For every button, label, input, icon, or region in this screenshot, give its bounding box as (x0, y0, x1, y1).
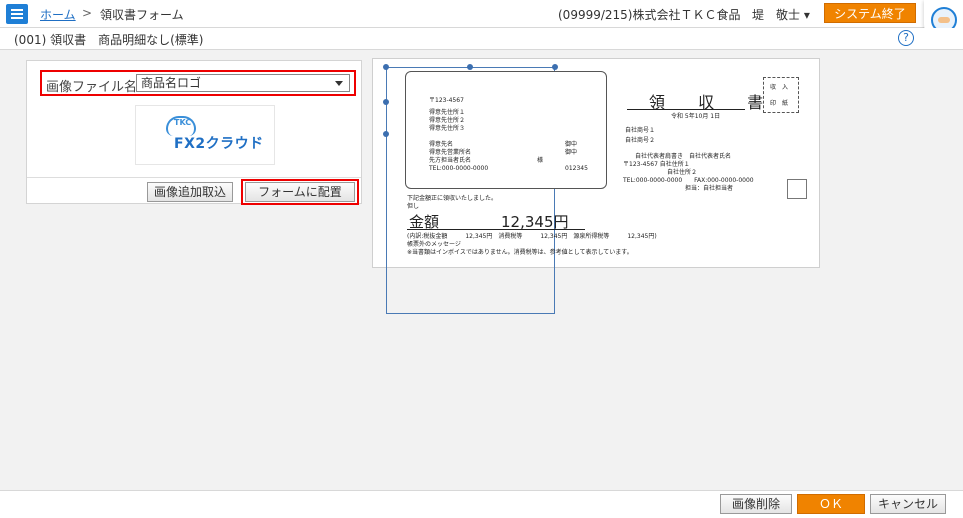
logo-preview: TKC FX2クラウド (135, 105, 275, 165)
receipt-date: 令和 5年10月 1日 (671, 113, 721, 120)
top-bar: ホーム > 領収書フォーム (09999/215)株式会社ＴＫＣ食品 堤 敬士 … (0, 0, 963, 28)
customer-address-1: 得意先住所１ (429, 109, 466, 116)
footer-bar: 画像削除 ＯＫ キャンセル (0, 490, 963, 518)
customer-tel: TEL:000-0000-0000 (429, 165, 489, 172)
customer-code: 012345 (565, 165, 588, 172)
tadashi-text: 但し (407, 203, 420, 210)
customer-name: 得意先名 (429, 141, 454, 148)
user-menu[interactable]: 堤 敬士 ▾ (752, 6, 810, 23)
resize-handle[interactable] (383, 131, 389, 137)
customer-address-2: 得意先住所２ (429, 117, 466, 124)
image-import-button[interactable]: 画像追加取込 (147, 182, 233, 202)
stamp-label-1: 収 入 (770, 84, 789, 91)
own-address-2: 自社住所２ (667, 169, 698, 176)
customer-office: 得意先営業所名 (429, 149, 472, 156)
menu-icon[interactable] (6, 4, 28, 24)
customer-postal: 〒123-4567 (429, 97, 464, 104)
representative: 自社代表者肩書き 自社代表者氏名 (635, 153, 732, 160)
breadcrumb-current: 領収書フォーム (100, 8, 184, 22)
file-name-select[interactable]: 商品名ロゴ (136, 74, 350, 92)
form-title: (001) 領収書 商品明細なし(標準) (14, 33, 204, 47)
amount-underline (407, 229, 585, 230)
delete-image-button[interactable]: 画像削除 (720, 494, 792, 514)
breadcrumb-home-link[interactable]: ホーム (40, 6, 76, 23)
sub-header: (001) 領収書 商品明細なし(標準) ? (0, 28, 963, 50)
sama: 様 (537, 157, 544, 164)
file-name-label: 画像ファイル名 (46, 80, 138, 95)
company-name-1: 自社商号１ (625, 127, 656, 134)
company-name: (09999/215)株式会社ＴＫＣ食品 (558, 8, 741, 22)
note-text: ※当書類はインボイスではありません。消費税等は、参考値として表示しています。 (407, 249, 633, 256)
empty-box (787, 179, 807, 199)
own-address-1: 〒123-4567 自社住所１ (623, 161, 690, 168)
image-panel: 画像ファイル名 商品名ロゴ TKC FX2クラウド 画像追加取込 フォームに配置 (26, 60, 362, 205)
onchu-1: 御中 (565, 141, 578, 148)
logo-text: FX2クラウド (174, 136, 264, 152)
logo-small-text: TKC (174, 118, 192, 127)
system-exit-button[interactable]: システム終了 (824, 3, 916, 23)
breadcrumb-separator: > (82, 6, 93, 20)
breakdown-text: (内訳:税抜金額 12,345円 消費税等 12,345円 源泉所得税等 12,… (407, 233, 657, 240)
stamp-label-2: 印 紙 (770, 100, 789, 107)
cancel-button[interactable]: キャンセル (870, 494, 946, 514)
chevron-down-icon (335, 81, 343, 86)
revenue-stamp-box: 収 入 印 紙 (763, 77, 799, 113)
panel-divider (27, 177, 361, 178)
received-text: 下記金額正に領収いたしました。 (407, 195, 498, 202)
company-name-2: 自社商号２ (625, 137, 656, 144)
form-preview[interactable]: 〒123-4567 得意先住所１ 得意先住所２ 得意先住所３ 得意先名 得意先営… (372, 58, 820, 314)
resize-handle[interactable] (552, 64, 558, 70)
customer-address-3: 得意先住所３ (429, 125, 466, 132)
resize-handle[interactable] (467, 64, 473, 70)
customer-contact: 先方担当者氏名 (429, 157, 472, 164)
file-name-value: 商品名ロゴ (141, 76, 202, 90)
own-tel: TEL:000-0000-0000 FAX:000-0000-0000 (623, 177, 754, 184)
onchu-2: 御中 (565, 149, 578, 156)
message-text: 帳票外のメッセージ (407, 241, 461, 248)
place-on-form-button[interactable]: フォームに配置 (245, 182, 355, 202)
help-icon[interactable]: ? (898, 30, 914, 46)
ok-button[interactable]: ＯＫ (797, 494, 865, 514)
resize-handle[interactable] (383, 99, 389, 105)
title-underline (627, 109, 745, 110)
file-name-highlight: 画像ファイル名 商品名ロゴ (40, 70, 356, 96)
own-staff: 担当：自社担当者 (685, 185, 734, 192)
resize-handle[interactable] (383, 64, 389, 70)
